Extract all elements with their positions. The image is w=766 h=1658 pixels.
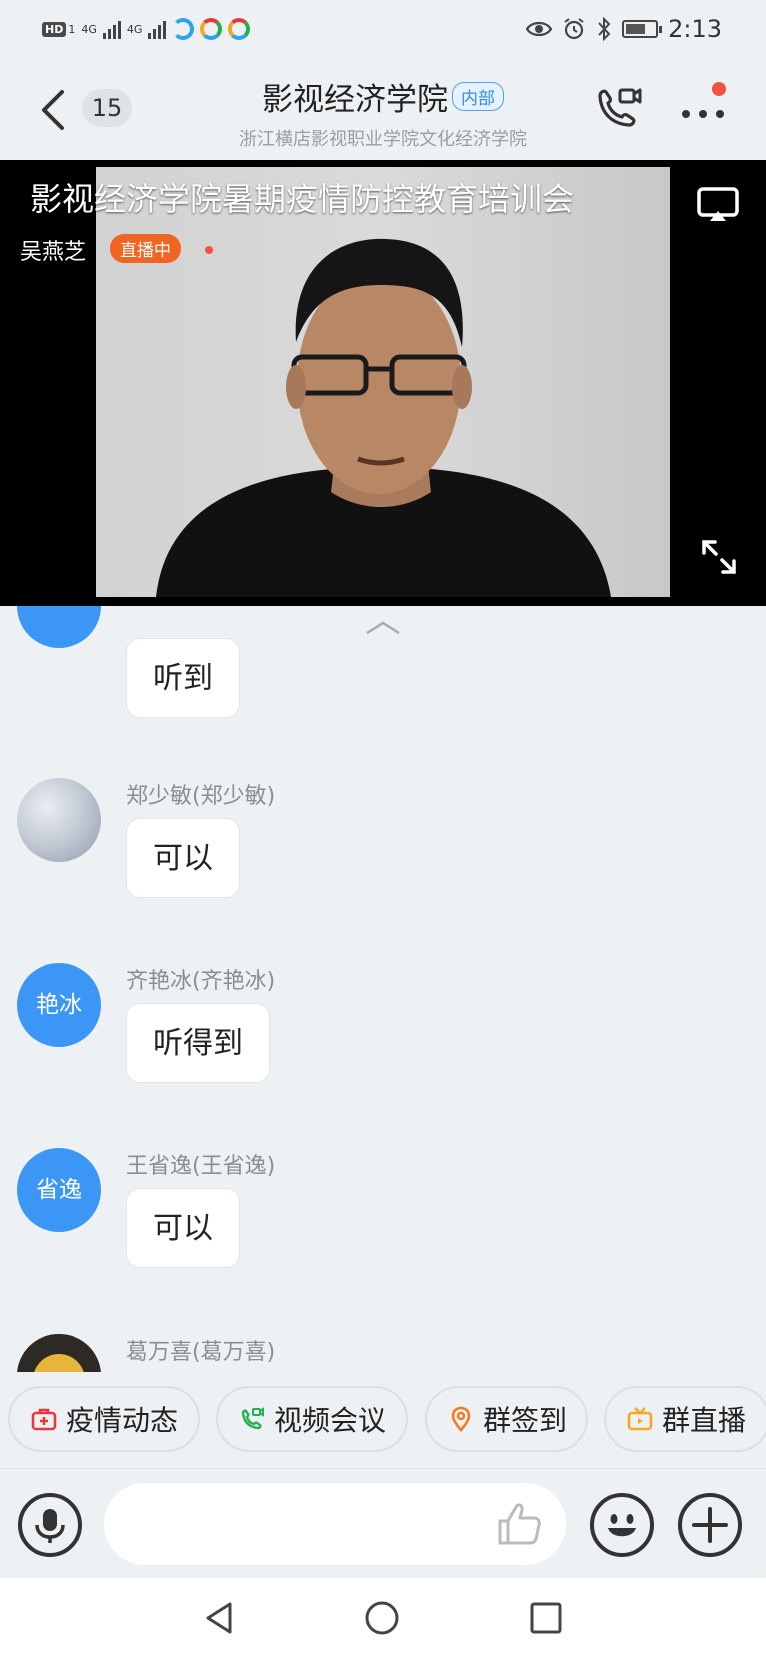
title-block[interactable]: 影视经济学院 内部 浙江横店影视职业学院文化经济学院	[150, 74, 616, 151]
sender-name: 葛万喜(葛万喜)	[126, 1340, 276, 1365]
phone-video-call-icon[interactable]	[590, 80, 646, 136]
status-left: HD 1 4G 4G	[42, 14, 251, 44]
network-type-2: 4G	[126, 22, 143, 36]
bluetooth-icon	[598, 16, 611, 42]
avatar[interactable]	[17, 778, 101, 862]
sender-name: 郑少敏(郑少敏)	[126, 784, 276, 809]
avatar[interactable]	[17, 1334, 101, 1372]
battery-icon	[622, 20, 663, 38]
hd-badge: HD	[42, 21, 67, 37]
add-button[interactable]	[678, 1493, 742, 1557]
app-icon	[228, 18, 251, 40]
message-input-bar	[0, 1468, 766, 1579]
live-status-badge: 直播中	[110, 234, 181, 263]
live-title: 影视经济学院暑期疫情防控教育培训会	[30, 180, 575, 218]
quick-app-epidemic[interactable]: 疫情动态	[8, 1386, 200, 1452]
avatar[interactable]	[17, 606, 101, 648]
quick-app-label: 疫情动态	[66, 1404, 179, 1437]
emoji-button[interactable]	[590, 1493, 654, 1557]
status-bar: HD 1 4G 4G 2:13	[0, 0, 766, 58]
alarm-icon	[564, 18, 584, 40]
nav-home-icon[interactable]	[362, 1598, 402, 1638]
nav-recents-icon[interactable]	[526, 1598, 566, 1638]
location-pin-icon	[451, 1406, 471, 1432]
group-subtitle: 浙江横店影视职业学院文化经济学院	[239, 129, 527, 150]
group-title: 影视经济学院	[262, 82, 448, 118]
back-arrow-icon[interactable]	[36, 88, 70, 132]
voice-button[interactable]	[18, 1493, 82, 1557]
status-right: 2:13	[526, 12, 722, 46]
sim-slot: 1	[68, 22, 76, 36]
live-stream-player[interactable]: 影视经济学院暑期疫情防控教育培训会 吴燕芝 直播中	[0, 160, 766, 606]
host-name: 吴燕芝	[20, 240, 87, 265]
quick-app-video-meeting[interactable]: 视频会议	[216, 1386, 408, 1452]
tv-icon	[627, 1407, 653, 1431]
message-bubble[interactable]: 可以	[126, 1188, 240, 1268]
avatar[interactable]: 艳冰	[17, 963, 101, 1047]
microphone-icon	[35, 1509, 65, 1543]
message-list[interactable]: 听到 郑少敏(郑少敏) 可以 艳冰 齐艳冰(齐艳冰) 听得到 省逸 王省逸(王省…	[0, 606, 766, 1372]
browser-icon	[172, 18, 195, 40]
notification-dot	[712, 82, 726, 96]
system-nav-bar	[0, 1578, 766, 1658]
signal-icon	[148, 19, 167, 39]
clock: 2:13	[668, 15, 722, 43]
user-photo	[17, 1334, 101, 1372]
eye-icon	[526, 21, 553, 37]
message-bubble[interactable]: 可以	[126, 818, 240, 898]
collapse-chevron-icon[interactable]	[364, 620, 402, 636]
nav-back-icon[interactable]	[200, 1598, 240, 1638]
message-bubble[interactable]: 听到	[126, 638, 240, 718]
avatar[interactable]: 省逸	[17, 1148, 101, 1232]
screen-cast-icon[interactable]	[696, 186, 740, 224]
app-icon	[200, 18, 223, 40]
quick-app-label: 群签到	[483, 1404, 568, 1437]
plus-icon	[692, 1507, 728, 1543]
live-video-frame[interactable]	[96, 167, 670, 597]
medical-kit-icon	[31, 1408, 57, 1431]
video-call-icon	[241, 1407, 264, 1430]
unread-count-badge[interactable]: 15	[82, 89, 132, 127]
quick-app-check-in[interactable]: 群签到	[425, 1386, 588, 1452]
more-options-icon[interactable]	[678, 96, 728, 126]
quick-apps-bar: 疫情动态 视频会议 群签到 群直播	[0, 1372, 766, 1468]
sender-name: 王省逸(王省逸)	[126, 1154, 276, 1179]
thumbs-up-icon[interactable]	[496, 1501, 544, 1547]
internal-tag: 内部	[452, 82, 504, 111]
presenter-video	[96, 167, 670, 597]
signal-icon	[102, 19, 121, 39]
quick-app-live[interactable]: 群直播	[604, 1386, 766, 1452]
quick-app-label: 视频会议	[274, 1404, 387, 1437]
live-indicator-dot	[205, 246, 213, 254]
sender-name: 齐艳冰(齐艳冰)	[126, 969, 276, 994]
quick-app-label: 群直播	[662, 1404, 747, 1437]
chat-header: 15 影视经济学院 内部 浙江横店影视职业学院文化经济学院	[0, 58, 766, 160]
fullscreen-icon[interactable]	[700, 538, 738, 576]
network-type-1: 4G	[81, 22, 97, 36]
emoji-icon	[608, 1514, 636, 1537]
message-bubble[interactable]: 听得到	[126, 1003, 270, 1083]
